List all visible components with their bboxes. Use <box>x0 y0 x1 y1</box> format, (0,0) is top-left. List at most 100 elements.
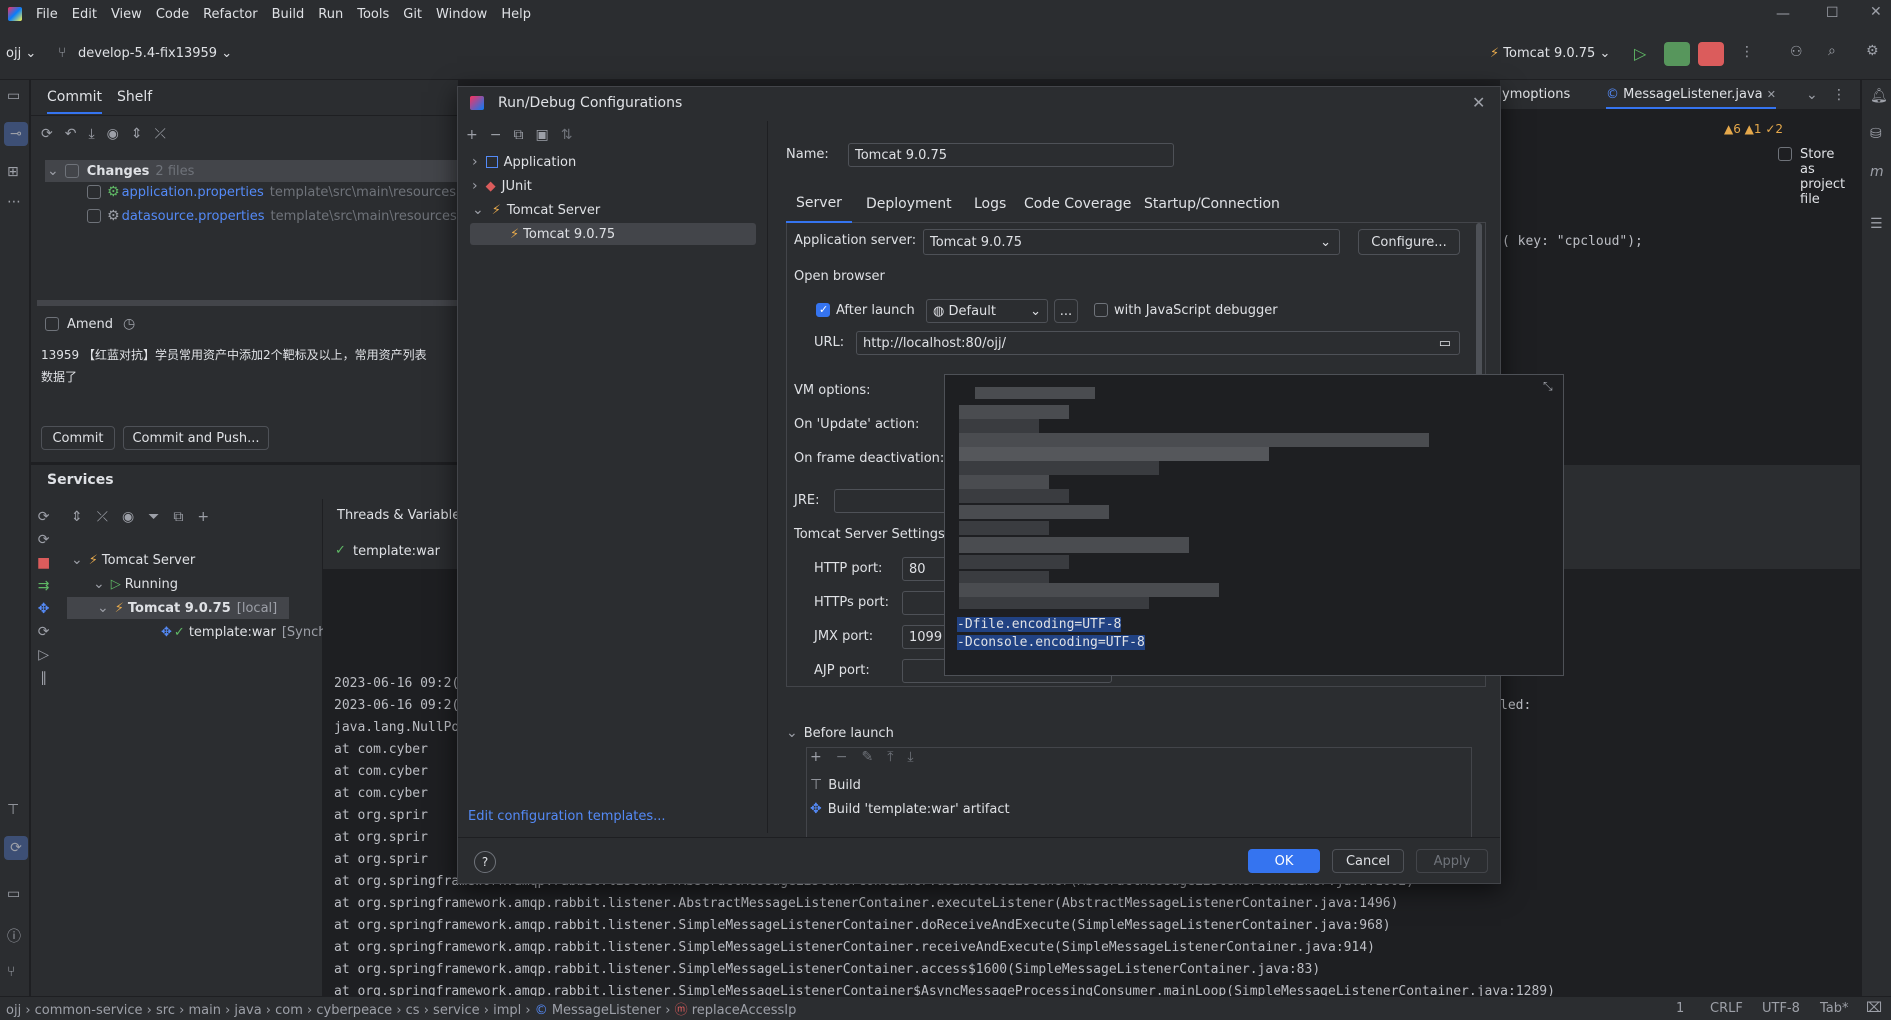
breadcrumb-item[interactable]: cyberpeace <box>316 1003 392 1018</box>
before-launch-header[interactable]: ⌄ Before launch <box>786 725 894 741</box>
editor-tab[interactable]: ymoptions <box>1502 87 1570 102</box>
breadcrumb-item[interactable]: impl <box>493 1003 521 1018</box>
minimize-icon[interactable]: — <box>1776 6 1790 22</box>
debug-icon[interactable]: ⟳ <box>37 532 50 548</box>
structure-icon[interactable]: ⊞ <box>7 164 19 180</box>
stop-button[interactable] <box>1698 42 1724 66</box>
commit-and-push-button[interactable]: Commit and Push... <box>123 426 269 450</box>
add-icon[interactable]: + <box>466 127 478 143</box>
tree-running[interactable]: ⌄ ▷ Running <box>93 573 178 595</box>
add-icon[interactable]: + <box>197 509 209 525</box>
expand-all-icon[interactable]: ⇕ <box>71 509 83 525</box>
refresh-icon[interactable]: ⟳ <box>41 126 53 142</box>
menu-tools[interactable]: Tools <box>357 7 389 22</box>
breadcrumb-item[interactable]: java <box>234 1003 261 1018</box>
breadcrumb-item[interactable]: common-service <box>35 1003 143 1018</box>
tab-server[interactable]: Server <box>786 185 852 223</box>
store-project-checkbox[interactable] <box>1778 147 1792 161</box>
breadcrumb-item[interactable]: src <box>156 1003 175 1018</box>
rerun-icon[interactable]: ⟳ <box>37 509 50 525</box>
expand-icon[interactable]: ⇕ <box>131 126 143 142</box>
breadcrumb-item[interactable]: ojj <box>6 1003 21 1018</box>
task-row[interactable]: ✥ Build 'template:war' artifact <box>810 801 1010 817</box>
file-row[interactable]: ⚙ application.properties template\src\ma… <box>87 184 456 200</box>
tab-commit[interactable]: Commit <box>47 89 102 114</box>
menu-refactor[interactable]: Refactor <box>203 7 258 22</box>
view-icon[interactable]: ◉ <box>122 509 134 525</box>
splitter[interactable] <box>37 300 458 306</box>
close-tab-icon[interactable]: ✕ <box>1767 88 1776 101</box>
refresh-icon[interactable]: ⟳ <box>37 624 50 640</box>
breadcrumb-item[interactable]: main <box>188 1003 220 1018</box>
name-input[interactable]: Tomcat 9.0.75 <box>848 143 1174 167</box>
help-button[interactable]: ? <box>474 851 496 873</box>
amend-checkbox[interactable] <box>45 317 59 331</box>
update-icon[interactable]: ✥ <box>37 601 50 617</box>
indent-setting[interactable]: Tab* <box>1820 1001 1849 1016</box>
file-checkbox[interactable] <box>87 185 101 199</box>
tab-code-coverage[interactable]: Code Coverage <box>1024 185 1131 223</box>
menu-file[interactable]: File <box>36 7 58 22</box>
tab-threads-variables[interactable]: Threads & Variables <box>337 508 467 523</box>
project-icon[interactable]: ▭ <box>7 88 20 104</box>
commit-message[interactable]: 13959 【红蓝对抗】学员常用资产中添加2个靶标及以上，常用资产列表 数据了 <box>41 344 458 384</box>
project-selector[interactable]: ojj ⌄ <box>6 46 36 61</box>
file-checkbox[interactable] <box>87 209 101 223</box>
breadcrumb-item[interactable]: service <box>433 1003 480 1018</box>
configure-button[interactable]: Configure... <box>1358 229 1460 255</box>
database-icon[interactable]: ⛁ <box>1870 126 1882 142</box>
terminal-icon[interactable]: ▭ <box>7 886 20 902</box>
edit-icon[interactable]: ✎ <box>861 749 873 765</box>
folder-icon[interactable]: ▭ <box>1439 336 1451 351</box>
menu-window[interactable]: Window <box>436 7 487 22</box>
tab-logs[interactable]: Logs <box>974 185 1006 223</box>
sort-icon[interactable]: ⇅ <box>561 127 573 143</box>
rollback-icon[interactable]: ↶ <box>65 126 77 142</box>
branch-selector[interactable]: develop-5.4-fix13959 ⌄ <box>78 46 232 61</box>
menu-code[interactable]: Code <box>156 7 189 22</box>
menu-git[interactable]: Git <box>403 7 422 22</box>
problems-icon[interactable]: ⓘ <box>7 926 21 946</box>
changes-row[interactable]: ⌄ Changes 2 files <box>45 160 458 182</box>
tabs-dropdown-icon[interactable]: ⌄ <box>1806 87 1818 103</box>
task-row[interactable]: ⊤ Build <box>810 777 861 793</box>
js-debugger-checkbox[interactable] <box>1094 303 1108 317</box>
apply-button[interactable]: Apply <box>1416 849 1488 873</box>
collapse-editor-icon[interactable]: ⤡ <box>1543 379 1553 394</box>
editor-tab-active[interactable]: © MessageListener.java ✕ <box>1606 87 1776 109</box>
clock-icon[interactable]: ◷ <box>123 316 135 332</box>
tree-application[interactable]: › Application <box>472 151 576 173</box>
tree-tomcat-server[interactable]: ⌄ ⚡ Tomcat Server <box>472 199 600 221</box>
move-up-icon[interactable]: ⤒ <box>887 749 893 765</box>
copy-icon[interactable]: ⧉ <box>513 127 523 143</box>
commit-button[interactable]: Commit <box>41 426 115 450</box>
folder-icon[interactable]: ▣ <box>535 127 548 143</box>
search-icon[interactable]: ⌕ <box>1828 43 1836 59</box>
menu-edit[interactable]: Edit <box>72 7 97 22</box>
close-icon[interactable]: ✕ <box>1472 93 1485 112</box>
menu-build[interactable]: Build <box>272 7 305 22</box>
breadcrumb-item[interactable]: com <box>275 1003 303 1018</box>
services-icon[interactable]: ⟳ <box>4 836 28 860</box>
edit-templates-link[interactable]: Edit configuration templates... <box>468 809 666 824</box>
deploy-icon[interactable]: ⇉ <box>37 578 50 594</box>
cancel-button[interactable]: Cancel <box>1332 849 1404 873</box>
run-icon[interactable]: ▷ <box>1634 44 1646 63</box>
run-config-selector[interactable]: ⚡ Tomcat 9.0.75 ⌄ <box>1490 46 1610 61</box>
breadcrumb-item[interactable]: MessageListener <box>552 1003 661 1018</box>
browser-select[interactable]: ◍ Default ⌄ <box>926 299 1048 323</box>
changes-checkbox[interactable] <box>64 164 79 178</box>
tree-junit[interactable]: › ◆ JUnit <box>472 175 532 197</box>
line-separator[interactable]: CRLF <box>1710 1001 1743 1016</box>
git-icon[interactable]: ⑂ <box>7 964 15 980</box>
pause-icon[interactable]: ∥ <box>37 670 50 686</box>
maven-icon[interactable]: m <box>1870 164 1884 180</box>
tree-tomcat-instance[interactable]: ⌄ ⚡ Tomcat 9.0.75 [local] <box>67 597 289 619</box>
more-tools-icon[interactable]: ⋯ <box>7 194 21 210</box>
file-row[interactable]: ⚙ datasource.properties template\src\mai… <box>87 208 468 224</box>
tab-shelf[interactable]: Shelf <box>117 89 152 105</box>
ok-button[interactable]: OK <box>1248 849 1320 873</box>
breadcrumb-item[interactable]: replaceAccessIp <box>692 1003 797 1018</box>
tab-startup-connection[interactable]: Startup/Connection <box>1144 185 1280 223</box>
close-window-icon[interactable]: ✕ <box>1870 4 1882 20</box>
